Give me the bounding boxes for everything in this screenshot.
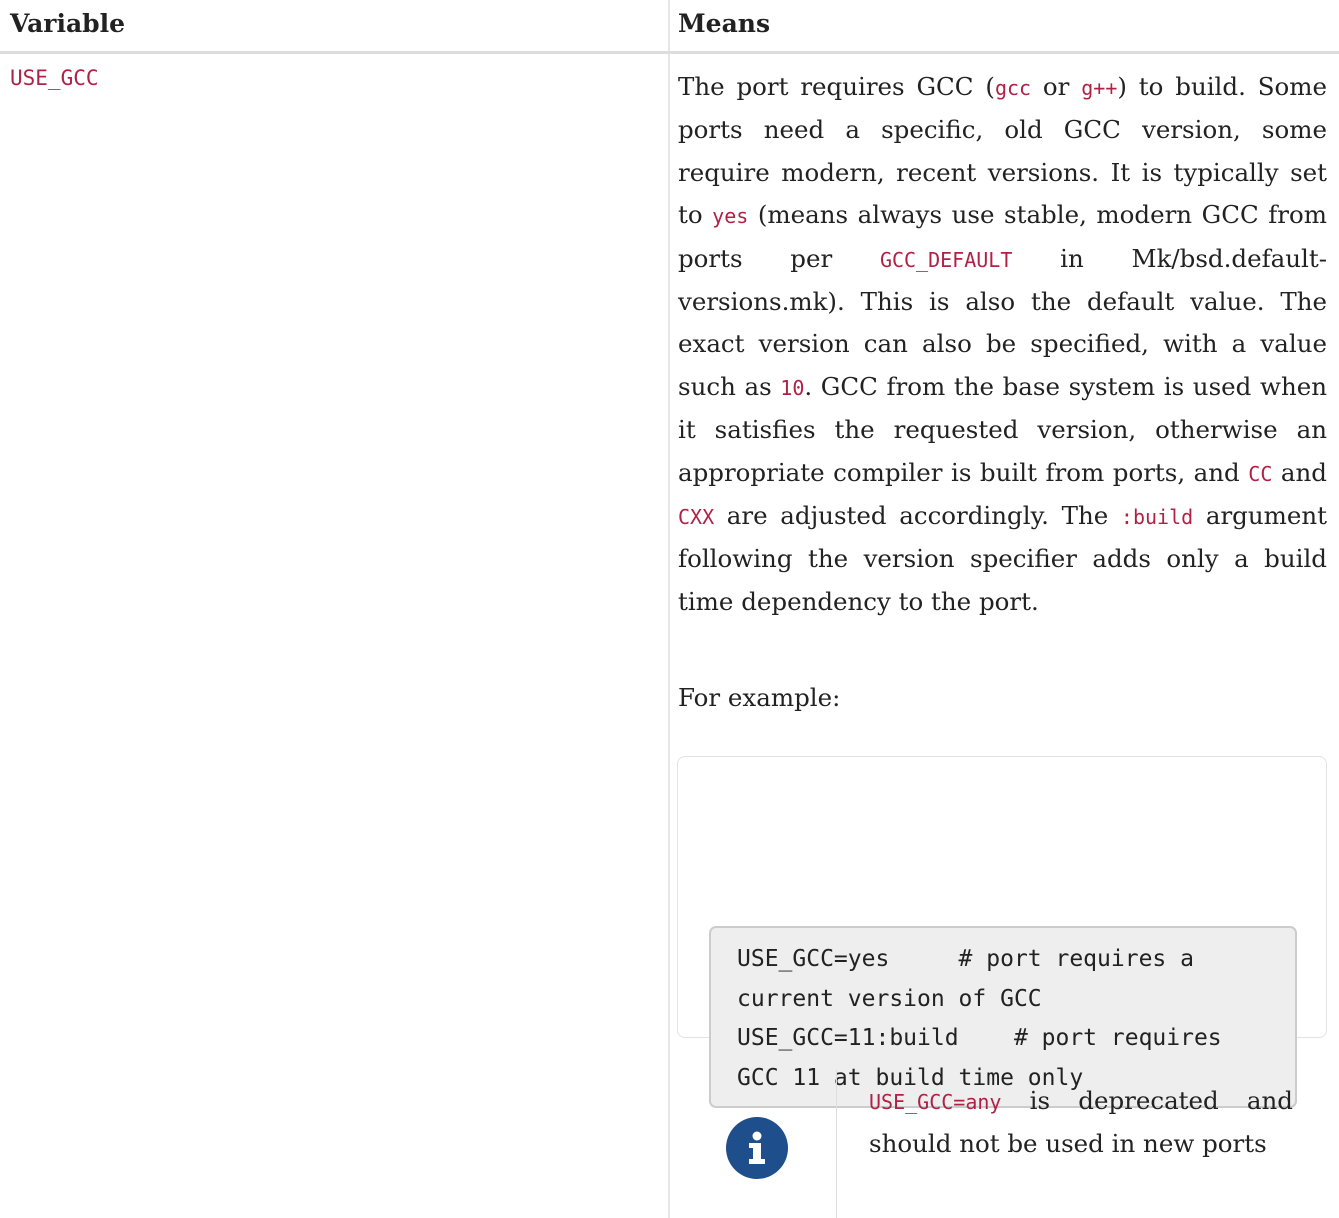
header-variable: Variable (10, 9, 126, 38)
text-run: are adjusted accordingly. The (714, 501, 1121, 531)
header-rule (0, 51, 1339, 54)
note-text: USE_GCC=any is deprecated and should not… (869, 1080, 1293, 1166)
inline-code: CC (1248, 461, 1273, 486)
text-run: and (1272, 457, 1327, 487)
code-line: current version of GCC (737, 985, 1042, 1012)
inline-code: g++ (1081, 76, 1118, 100)
note-divider (836, 1070, 837, 1218)
inline-code: gcc (994, 76, 1032, 100)
column-divider (668, 0, 670, 1218)
code-line: USE_GCC=yes # port requires a (737, 946, 1194, 972)
inline-code: GCC_DEFAULT (879, 247, 1013, 272)
info-icon (726, 1117, 788, 1179)
inline-code: USE_GCC=any (869, 1090, 1002, 1114)
example-label: For example: (678, 683, 841, 712)
inline-code: 10 (780, 375, 805, 400)
text-run: The port requires GCC ( (678, 72, 995, 101)
note-admonition: USE_GCC=any is deprecated and should not… (677, 1070, 1327, 1218)
header-means: Means (678, 9, 771, 38)
example-card: USE_GCC=yes # port requires a current ve… (677, 756, 1327, 1108)
variable-name: USE_GCC (10, 66, 99, 90)
text-run: or (1031, 72, 1082, 101)
inline-code: CXX (678, 505, 715, 530)
code-line: USE_GCC=11:build # port requires (737, 1025, 1222, 1052)
inline-code: :build (1120, 505, 1194, 530)
variables-table: Variable Means USE_GCC The port requires… (0, 0, 1339, 1218)
variable-description: The port requires GCC (gcc or g++) to bu… (678, 66, 1327, 623)
inline-code: yes (712, 204, 749, 229)
